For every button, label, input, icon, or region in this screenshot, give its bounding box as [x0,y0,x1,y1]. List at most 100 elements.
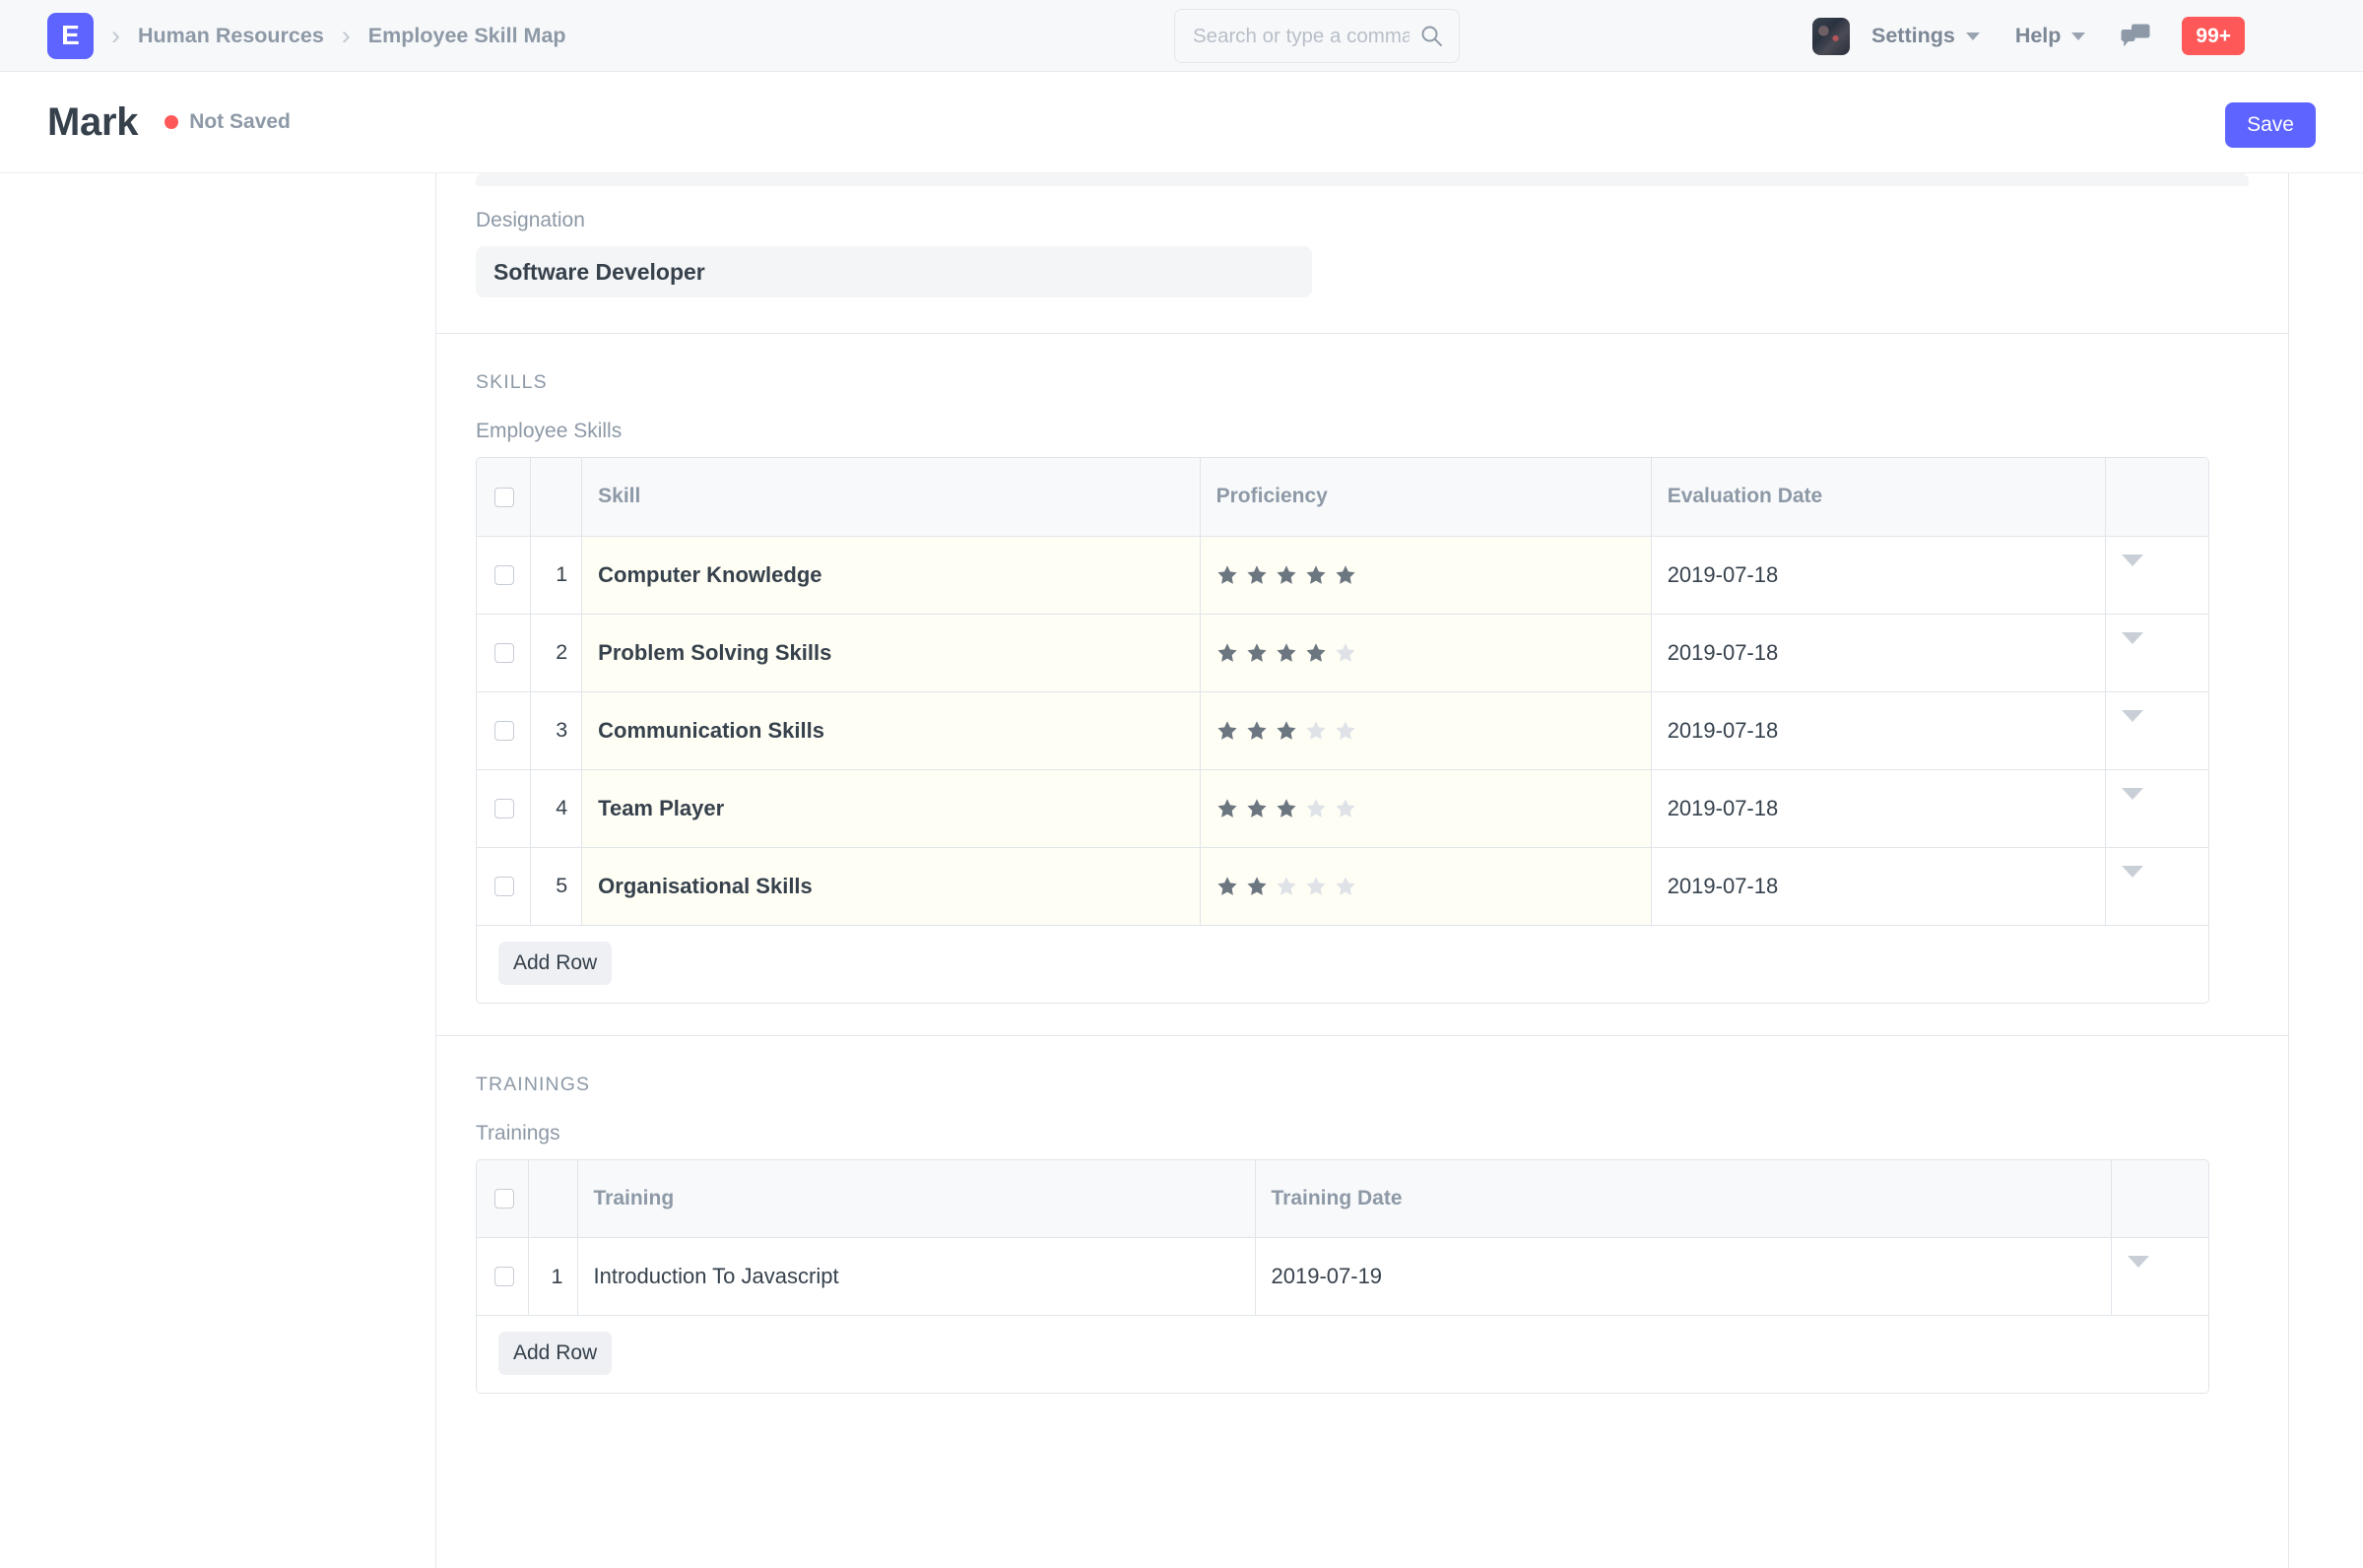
star-filled-icon[interactable] [1216,642,1238,664]
chevron-down-icon[interactable] [2121,709,2143,739]
cell-proficiency[interactable] [1200,536,1652,615]
star-filled-icon[interactable] [1276,564,1297,586]
column-header-skill[interactable]: Skill [581,458,1201,537]
table-row[interactable]: 5 Organisational Skills 2019-07-18 [477,847,2208,926]
cell-proficiency[interactable] [1200,614,1652,692]
star-filled-icon[interactable] [1246,720,1268,742]
row-checkbox[interactable] [494,798,514,818]
search-input[interactable] [1174,9,1460,63]
training-date-value: 2019-07-19 [1271,1264,1383,1288]
cell-evaluation-date[interactable]: 2019-07-18 [1651,847,2106,926]
rating-stars[interactable] [1216,876,1635,897]
help-label: Help [2014,24,2062,47]
star-filled-icon[interactable] [1305,564,1327,586]
star-filled-icon[interactable] [1246,642,1268,664]
star-filled-icon[interactable] [1276,798,1297,819]
notification-badge[interactable]: 99+ [2182,17,2246,55]
cell-training[interactable]: Introduction To Javascript [577,1237,1256,1316]
chevron-down-icon[interactable] [2121,787,2143,817]
star-empty-icon[interactable] [1335,720,1356,742]
chat-icon[interactable] [2121,24,2150,49]
rating-stars[interactable] [1216,642,1635,664]
star-filled-icon[interactable] [1246,798,1268,819]
table-row[interactable]: 4 Team Player 2019-07-18 [477,769,2208,848]
table-header-row: Training Training Date [477,1159,2208,1238]
cell-proficiency[interactable] [1200,691,1652,770]
cell-skill[interactable]: Problem Solving Skills [581,614,1201,692]
row-checkbox[interactable] [494,1267,514,1286]
table-row[interactable]: 3 Communication Skills 2019-07-18 [477,691,2208,770]
chevron-down-icon[interactable] [2121,554,2143,583]
column-header-training-date[interactable]: Training Date [1255,1159,2112,1238]
star-filled-icon[interactable] [1216,720,1238,742]
evaluation-date-value: 2019-07-18 [1667,873,1779,898]
breadcrumb-separator-2: › [341,20,351,50]
skills-add-row-button[interactable]: Add Row [498,941,613,985]
star-filled-icon[interactable] [1216,876,1238,897]
row-checkbox[interactable] [494,564,514,585]
rating-stars[interactable] [1216,720,1635,742]
skills-rows: 1 Computer Knowledge 2019-07-18 2 Problem So… [477,536,2208,926]
star-filled-icon[interactable] [1276,720,1297,742]
cell-skill[interactable]: Communication Skills [581,691,1201,770]
cell-training-date[interactable]: 2019-07-19 [1255,1237,2112,1316]
cell-skill[interactable]: Team Player [581,769,1201,848]
cell-skill[interactable]: Organisational Skills [581,847,1201,926]
section-designation: Designation Software Developer [436,186,2288,334]
star-empty-icon[interactable] [1305,798,1327,819]
table-row[interactable]: 1 Introduction To Javascript 2019-07-19 [477,1237,2208,1316]
cell-skill[interactable]: Computer Knowledge [581,536,1201,615]
star-empty-icon[interactable] [1335,642,1356,664]
row-select-cell [477,769,531,848]
star-filled-icon[interactable] [1246,876,1268,897]
help-menu[interactable]: Help [2015,24,2086,48]
rating-stars[interactable] [1216,564,1635,586]
chevron-down-icon [1965,32,1980,40]
breadcrumb-human-resources[interactable]: Human Resources [138,24,324,48]
star-filled-icon[interactable] [1216,798,1238,819]
select-all-checkbox[interactable] [494,1189,514,1209]
app-logo[interactable]: E [47,12,94,59]
column-header-training[interactable]: Training [577,1159,1256,1238]
settings-menu[interactable]: Settings [1871,24,1980,48]
star-filled-icon[interactable] [1276,642,1297,664]
employee-skills-grid: Skill Proficiency Evaluation Date 1 Compu… [476,457,2209,1004]
star-filled-icon[interactable] [1335,564,1356,586]
star-filled-icon[interactable] [1216,564,1238,586]
designation-field[interactable]: Software Developer [476,246,1312,297]
cell-proficiency[interactable] [1200,769,1652,848]
rating-stars[interactable] [1216,798,1635,819]
employee-skills-label: Employee Skills [476,420,623,442]
select-all-cell [477,1159,529,1238]
chevron-down-icon[interactable] [2121,631,2143,661]
avatar[interactable] [1812,17,1850,55]
cell-evaluation-date[interactable]: 2019-07-18 [1651,769,2106,848]
cell-evaluation-date[interactable]: 2019-07-18 [1651,536,2106,615]
save-button[interactable]: Save [2225,102,2316,148]
trainings-add-row-button[interactable]: Add Row [498,1332,613,1375]
row-checkbox[interactable] [494,642,514,663]
star-empty-icon[interactable] [1276,876,1297,897]
cell-evaluation-date[interactable]: 2019-07-18 [1651,691,2106,770]
breadcrumb-employee-skill-map[interactable]: Employee Skill Map [368,24,566,48]
star-filled-icon[interactable] [1305,642,1327,664]
table-row[interactable]: 1 Computer Knowledge 2019-07-18 [477,536,2208,615]
row-actions-cell [2111,1237,2208,1316]
chevron-down-icon[interactable] [2127,1256,2149,1284]
chevron-down-icon[interactable] [2121,865,2143,894]
row-checkbox[interactable] [494,876,514,896]
select-all-checkbox[interactable] [494,487,514,507]
column-header-proficiency[interactable]: Proficiency [1200,458,1652,537]
select-all-cell [477,458,531,537]
cell-proficiency[interactable] [1200,847,1652,926]
row-checkbox[interactable] [494,720,514,741]
star-empty-icon[interactable] [1305,720,1327,742]
star-empty-icon[interactable] [1305,876,1327,897]
column-header-evaluation-date[interactable]: Evaluation Date [1651,458,2106,537]
star-empty-icon[interactable] [1335,798,1356,819]
trainings-section-title: TRAININGS [476,1073,591,1095]
star-empty-icon[interactable] [1335,876,1356,897]
cell-evaluation-date[interactable]: 2019-07-18 [1651,614,2106,692]
star-filled-icon[interactable] [1246,564,1268,586]
table-row[interactable]: 2 Problem Solving Skills 2019-07-18 [477,614,2208,692]
